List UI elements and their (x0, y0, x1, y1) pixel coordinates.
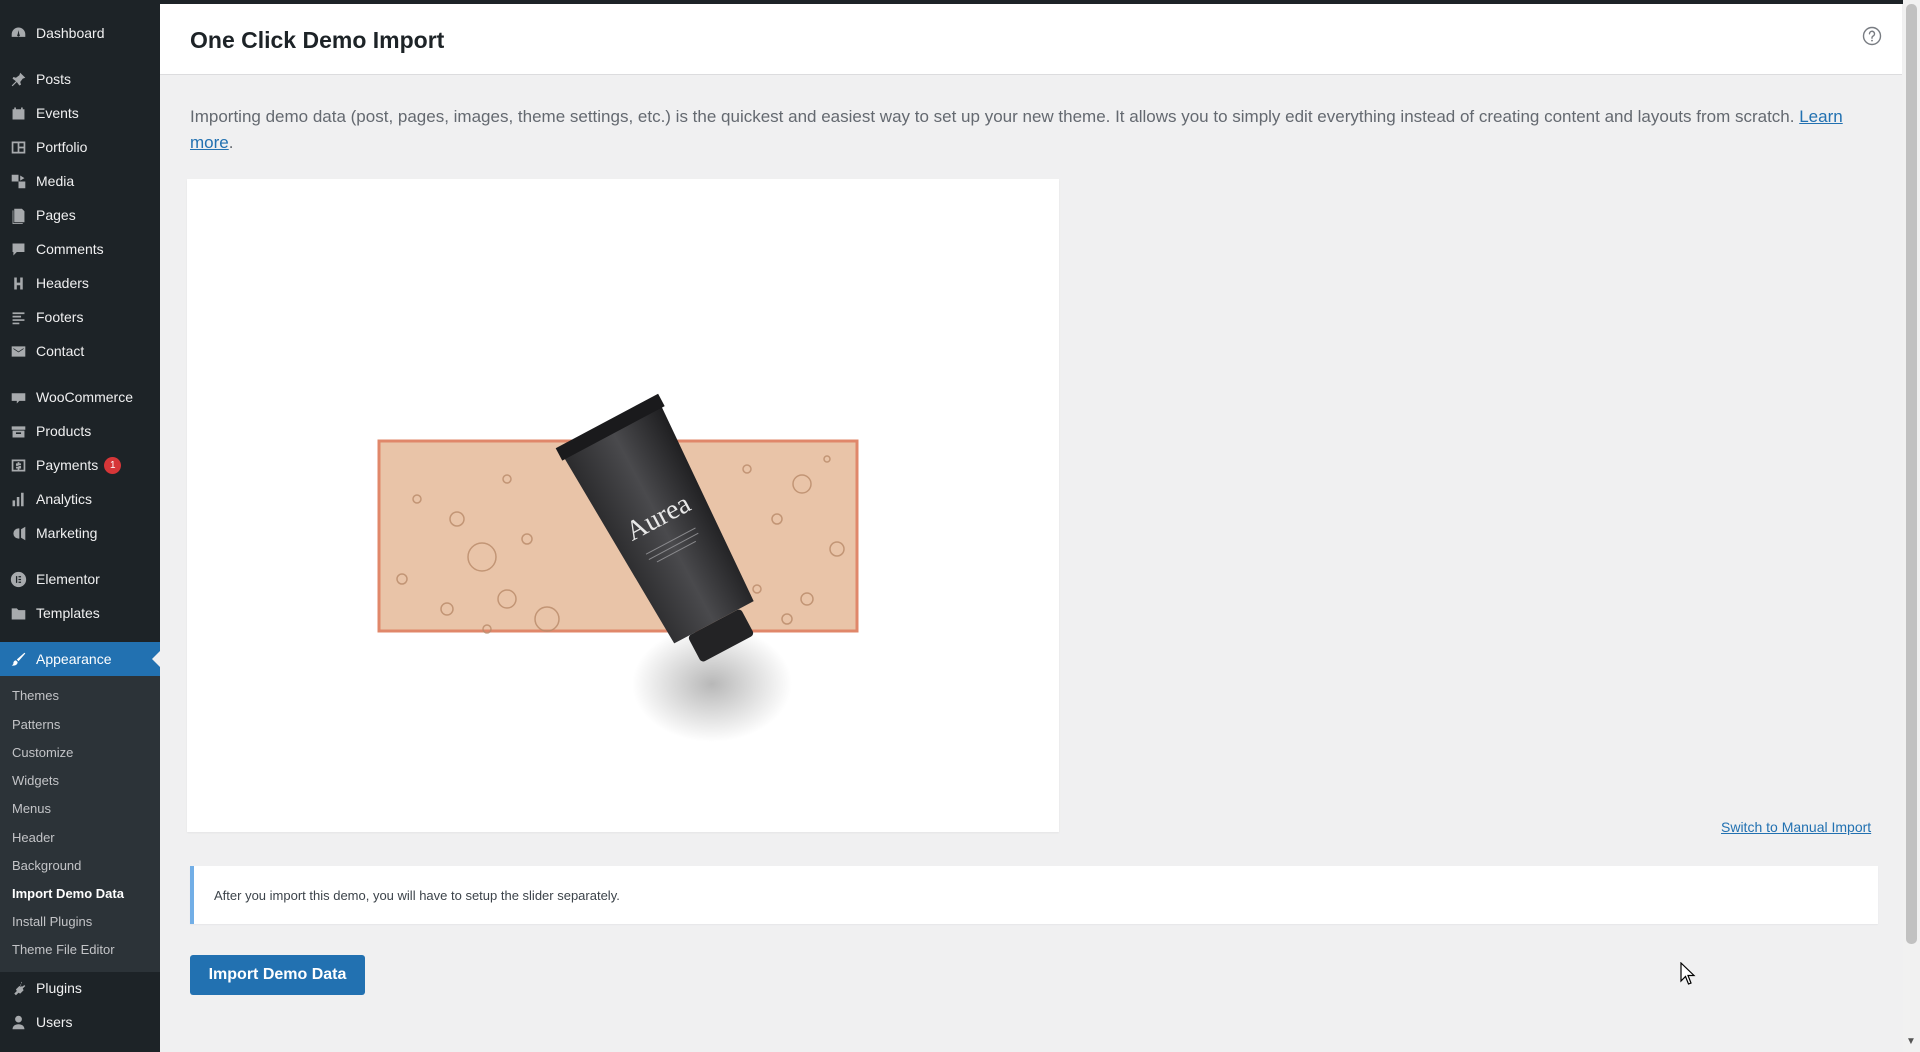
menu-woocommerce[interactable]: WooCommerce (0, 380, 160, 414)
plugin-icon (9, 979, 27, 997)
dashboard-icon (9, 24, 27, 42)
menu-products-label: Products (36, 423, 92, 439)
menu-footers-label: Footers (36, 309, 84, 325)
portfolio-icon (9, 138, 27, 156)
menu-posts[interactable]: Posts (0, 62, 160, 96)
scrollbar-thumb[interactable] (1906, 4, 1917, 944)
woo-icon (9, 388, 27, 406)
menu-pages-label: Pages (36, 207, 76, 223)
megaphone-icon (9, 524, 27, 542)
menu-appearance-label: Appearance (36, 651, 112, 667)
menu-templates[interactable]: Templates (0, 596, 160, 630)
menu-media[interactable]: Media (0, 164, 160, 198)
product-illustration: Aurea (377, 393, 859, 742)
menu-analytics-label: Analytics (36, 491, 93, 507)
menu-dashboard[interactable]: Dashboard (0, 16, 160, 50)
help-icon[interactable] (1862, 26, 1882, 46)
intro-period: . (228, 133, 234, 152)
brush-icon (9, 650, 27, 668)
menu-contact-label: Contact (36, 343, 85, 359)
pin-icon (9, 70, 27, 88)
intro-text: Importing demo data (post, pages, images… (190, 104, 1870, 156)
menu-portfolio-label: Portfolio (36, 139, 88, 155)
media-icon (9, 172, 27, 190)
menu-events[interactable]: Events (0, 96, 160, 130)
menu-woocommerce-label: WooCommerce (36, 389, 133, 405)
pages-icon (9, 206, 27, 224)
import-demo-data-button[interactable]: Import Demo Data (190, 955, 365, 995)
menu-portfolio[interactable]: Portfolio (0, 130, 160, 164)
elementor-icon (9, 570, 27, 588)
folder-icon (9, 604, 27, 622)
footers-icon (9, 308, 27, 326)
submenu-header[interactable]: Header (12, 830, 55, 845)
menu-headers-label: Headers (36, 275, 89, 291)
mail-icon (9, 342, 27, 360)
submenu-theme-file-editor[interactable]: Theme File Editor (12, 942, 115, 957)
menu-users[interactable]: Users (0, 1005, 160, 1039)
menu-footers[interactable]: Footers (0, 300, 160, 334)
menu-media-label: Media (36, 173, 75, 189)
menu-appearance[interactable]: Appearance (0, 642, 160, 676)
analytics-icon (9, 490, 27, 508)
comment-icon (9, 240, 27, 258)
menu-comments[interactable]: Comments (0, 232, 160, 266)
demo-preview-image: Aurea (187, 179, 1059, 832)
intro-description: Importing demo data (post, pages, images… (190, 107, 1795, 126)
menu-templates-label: Templates (36, 605, 100, 621)
menu-headers[interactable]: Headers (0, 266, 160, 300)
scroll-down-arrow-icon[interactable]: ▼ (1906, 1036, 1916, 1047)
submenu-themes[interactable]: Themes (12, 688, 59, 703)
appearance-submenu: Themes Patterns Customize Widgets Menus … (0, 676, 160, 972)
headers-icon (9, 274, 27, 292)
menu-pages[interactable]: Pages (0, 198, 160, 232)
menu-contact[interactable]: Contact (0, 334, 160, 368)
events-icon (9, 104, 27, 122)
menu-dashboard-label: Dashboard (36, 25, 105, 41)
menu-users-label: Users (36, 1014, 73, 1030)
page-title: One Click Demo Import (190, 27, 445, 53)
menu-elementor-label: Elementor (36, 571, 100, 587)
menu-marketing-label: Marketing (36, 525, 98, 541)
submenu-patterns[interactable]: Patterns (12, 717, 60, 732)
submenu-customize[interactable]: Customize (12, 745, 73, 760)
user-icon (9, 1013, 27, 1031)
submenu-install-plugins[interactable]: Install Plugins (12, 914, 92, 929)
submenu-import-demo-data[interactable]: Import Demo Data (12, 886, 124, 901)
menu-payments-label: Payments (36, 457, 99, 473)
menu-posts-label: Posts (36, 71, 72, 87)
menu-payments[interactable]: Payments 1 (0, 448, 160, 482)
menu-comments-label: Comments (36, 241, 104, 257)
menu-events-label: Events (36, 105, 79, 121)
admin-sidebar: Dashboard Posts Events Portfolio Media P… (0, 0, 160, 1052)
menu-products[interactable]: Products (0, 414, 160, 448)
page-header: One Click Demo Import (160, 4, 1902, 75)
submenu-background[interactable]: Background (12, 858, 81, 873)
menu-analytics[interactable]: Analytics (0, 482, 160, 516)
menu-elementor[interactable]: Elementor (0, 562, 160, 596)
payments-icon (9, 456, 27, 474)
payments-badge: 1 (104, 456, 122, 474)
menu-plugins[interactable]: Plugins (0, 971, 160, 1005)
notice-text: After you import this demo, you will hav… (214, 887, 620, 903)
mouse-cursor-icon (1680, 962, 1696, 985)
menu-plugins-label: Plugins (36, 980, 82, 996)
switch-to-manual-import-link[interactable]: Switch to Manual Import (1721, 819, 1871, 835)
submenu-widgets[interactable]: Widgets (12, 773, 59, 788)
products-icon (9, 422, 27, 440)
import-notice: After you import this demo, you will hav… (190, 866, 1878, 924)
menu-marketing[interactable]: Marketing (0, 516, 160, 550)
submenu-menus[interactable]: Menus (12, 801, 51, 816)
